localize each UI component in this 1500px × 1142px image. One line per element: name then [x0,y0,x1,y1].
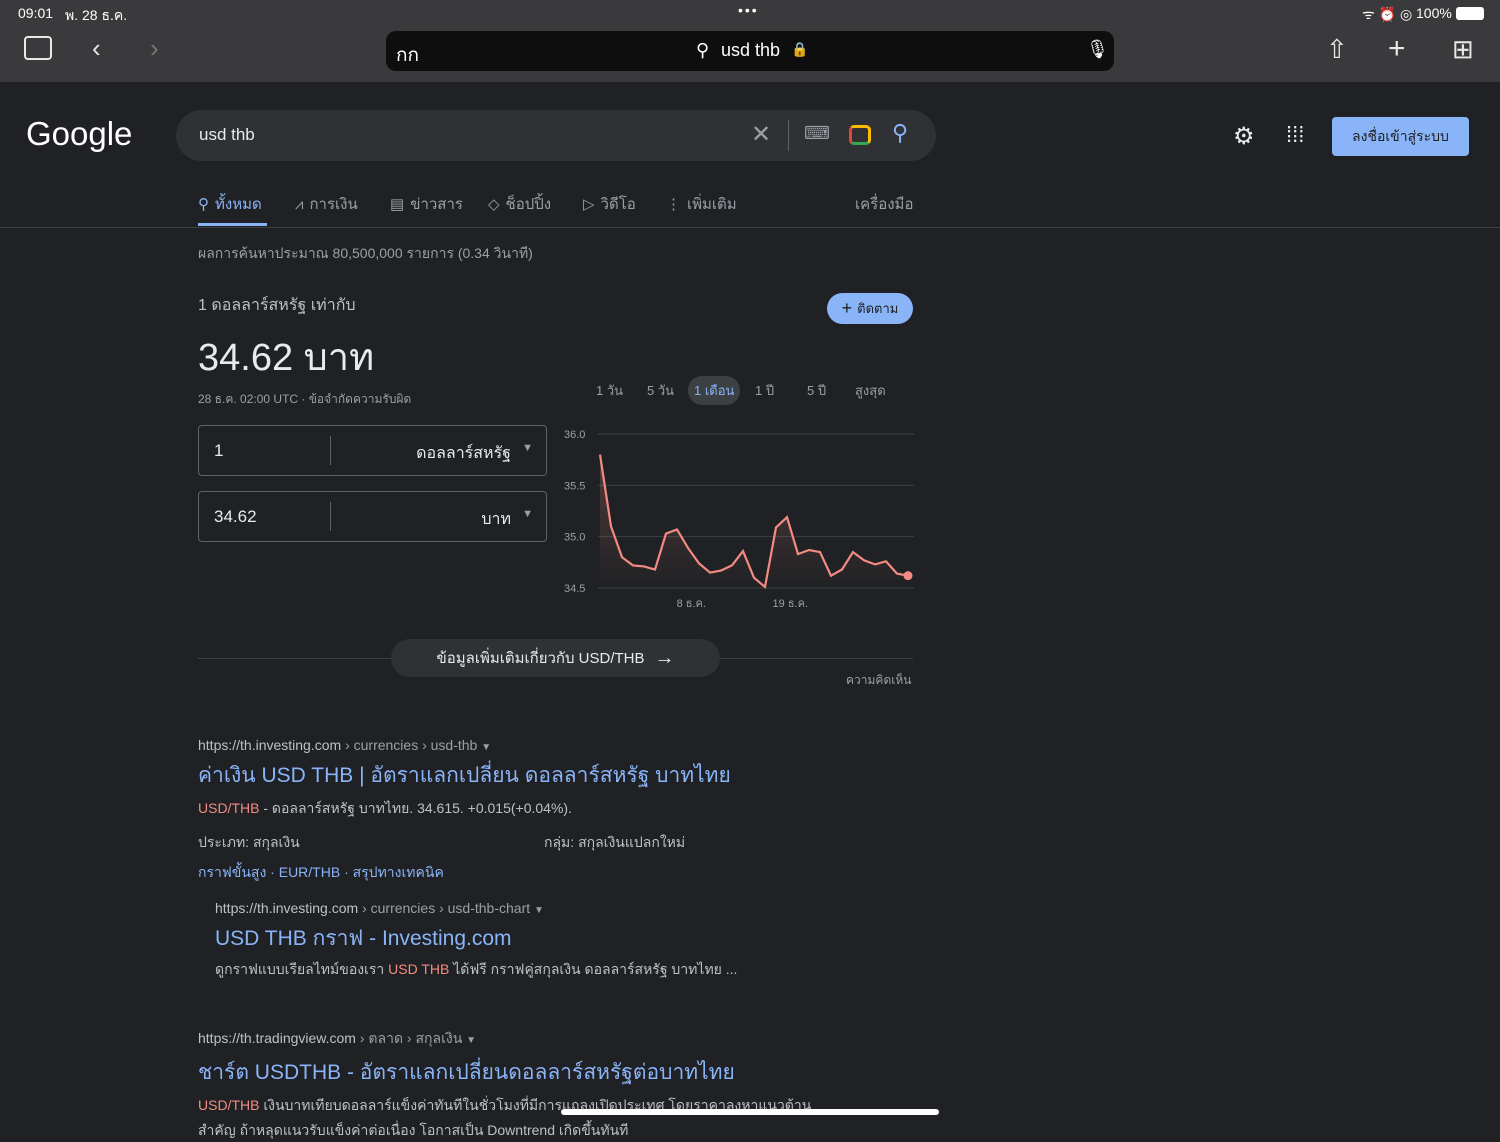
new-tab-icon[interactable]: + [1388,32,1406,66]
browser-chrome: 09:01 พ. 28 ธ.ค. ••• ᯤ ⏰ ◎ 100% ‹ › กก ⚲… [0,0,1500,82]
home-indicator[interactable] [561,1109,939,1115]
follow-button[interactable]: +ติดตาม [827,293,913,324]
result-url[interactable]: https://th.investing.com › currencies › … [215,900,737,916]
range-1m[interactable]: 1 เดือน [688,376,740,405]
result-sitelinks[interactable]: กราฟขั้นสูง · EUR/THB · สรุปทางเทคนิค [198,862,731,884]
search-box[interactable]: usd thb ✕ ⌨ ⚲ [176,110,936,161]
y-tick-label: 34.5 [564,583,585,595]
search-icon: ⚲ [198,195,209,213]
dropdown-icon: ▼ [522,508,533,520]
settings-icon[interactable]: ⚙ [1233,122,1255,151]
result-snippet: - ดอลลาร์สหรัฐ บาทไทย. 34.615. +0.015(+0… [259,800,572,816]
x-tick-label: 8 ธ.ค. [677,598,706,610]
fx-subtitle: 1 ดอลลาร์สหรัฐ เท่ากับ [198,293,356,318]
divider [330,436,331,465]
result-title[interactable]: ค่าเงิน USD THB | อัตราแลกเปลี่ยน ดอลลาร… [198,759,731,792]
camera-icon[interactable] [849,125,871,145]
result-type: ประเภท: สกุลเงิน [198,834,300,850]
y-tick-label: 35.0 [564,532,585,544]
news-icon: ▤ [390,195,404,213]
result-url[interactable]: https://th.tradingview.com › ตลาด › สกุล… [198,1028,811,1050]
to-amount-input[interactable]: 34.62 [214,507,257,527]
current-point-marker [904,571,913,580]
signin-button[interactable]: ลงชื่อเข้าสู่ระบบ [1332,117,1469,156]
sidebar-icon[interactable] [24,36,52,60]
divider [0,227,1500,228]
range-1d[interactable]: 1 วัน [590,376,629,405]
search-result: https://th.investing.com › currencies › … [215,900,737,981]
google-logo[interactable]: Google [26,115,132,153]
active-tab-indicator [198,223,267,226]
apps-icon[interactable]: ⁞⁞⁞ [1286,122,1304,148]
tab-news[interactable]: ▤ข่าวสาร [390,192,463,216]
tag-icon: ◇ [488,195,500,213]
keyboard-icon[interactable]: ⌨ [804,123,830,144]
caret-down-icon[interactable]: ▼ [534,905,544,916]
range-max[interactable]: สูงสุด [849,376,892,405]
more-about-button[interactable]: ข้อมูลเพิ่มเติมเกี่ยวกับ USD/THB→ [391,639,720,677]
to-converter[interactable]: 34.62 บาท ▼ [198,491,547,542]
result-group: กลุ่ม: สกุลเงินแปลกใหม่ [544,832,685,854]
tab-finance[interactable]: ⩘การเงิน [295,192,358,216]
search-input[interactable]: usd thb [199,125,255,145]
result-snippet: ดูกราฟแบบเรียลไทม์ของเรา USD THB ได้ฟรี … [215,959,737,981]
y-tick-label: 36.0 [564,429,585,441]
url-text: usd thb [721,40,780,61]
result-snippet-line2: สำคัญ ถ้าหลุดแนวรับแข็งค่าต่อเนื่อง โอกา… [198,1120,811,1142]
fx-chart[interactable]: 36.0 35.5 35.0 34.5 8 ธ.ค. 19 ธ.ค. [560,420,920,620]
mic-icon[interactable]: 🎙 [1086,39,1109,60]
dropdown-icon: ▼ [522,442,533,454]
result-stats: ผลการค้นหาประมาณ 80,500,000 รายการ (0.34… [198,243,533,265]
fx-timestamp: 28 ธ.ค. 02:00 UTC · ข้อจำกัดความรับผิด [198,390,411,409]
range-5y[interactable]: 5 ปี [801,376,832,405]
plus-icon: + [842,298,853,319]
address-bar[interactable]: กก ⚲ usd thb 🔒 🎙 [386,31,1114,71]
back-icon[interactable]: ‹ [92,33,101,64]
caret-down-icon[interactable]: ▼ [466,1035,476,1046]
forward-icon[interactable]: › [150,33,159,64]
search-icon[interactable]: ⚲ [892,120,908,146]
more-icon: ⋮ [666,195,681,213]
to-currency-select[interactable]: บาท [481,507,511,532]
play-icon: ▷ [583,195,595,213]
tab-shopping[interactable]: ◇ช็อปปิ้ง [488,192,551,216]
arrow-right-icon: → [655,647,675,670]
finance-icon: ⩘ [295,196,303,213]
battery-percent: 100% [1416,5,1452,21]
text-size-button[interactable]: กก [396,40,419,70]
tab-videos[interactable]: ▷วิดีโอ [583,192,636,216]
search-icon: ⚲ [696,40,709,61]
fx-value: 34.62 บาท [198,326,374,387]
more-dots-icon[interactable]: ••• [738,2,759,18]
tab-all[interactable]: ⚲ทั้งหมด [198,192,262,216]
divider [788,120,789,151]
from-currency-select[interactable]: ดอลลาร์สหรัฐ [416,441,511,466]
y-tick-label: 35.5 [564,480,585,492]
from-converter[interactable]: 1 ดอลลาร์สหรัฐ ▼ [198,425,547,476]
lock-icon: 🔒 [791,41,808,58]
caret-down-icon[interactable]: ▼ [481,742,491,753]
result-url[interactable]: https://th.investing.com › currencies › … [198,737,731,753]
range-5d[interactable]: 5 วัน [641,376,680,405]
tab-more[interactable]: ⋮เพิ่มเติม [666,192,737,216]
feedback-link[interactable]: ความคิดเห็น [846,671,911,690]
tabs-overview-icon[interactable]: ⊞ [1452,34,1474,65]
wifi-icon: ᯤ ⏰ ◎ [1362,5,1412,24]
search-result: https://th.investing.com › currencies › … [198,737,731,884]
x-tick-label: 19 ธ.ค. [773,598,808,610]
from-amount-input[interactable]: 1 [214,441,223,461]
status-time: 09:01 [18,5,53,21]
battery-icon [1456,7,1484,20]
result-title[interactable]: USD THB กราฟ - Investing.com [215,922,737,955]
share-icon[interactable]: ⇧ [1326,34,1348,65]
result-title[interactable]: ชาร์ต USDTHB - อัตราแลกเปลี่ยนดอลลาร์สหร… [198,1056,811,1089]
range-1y[interactable]: 1 ปี [749,376,780,405]
divider [330,502,331,531]
status-date: พ. 28 ธ.ค. [65,5,127,27]
clear-icon[interactable]: ✕ [751,120,771,149]
tools-button[interactable]: เครื่องมือ [855,192,913,216]
